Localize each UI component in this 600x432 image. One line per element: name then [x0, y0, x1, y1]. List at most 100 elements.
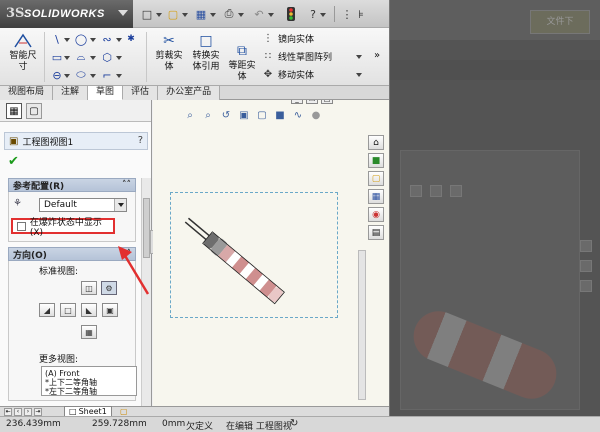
new-doc-icon[interactable]: □	[140, 7, 154, 21]
pin-icon[interactable]: ⊧	[354, 7, 368, 21]
chevron-down-icon[interactable]	[116, 74, 122, 78]
view-back-icon[interactable]: ▣	[102, 303, 118, 317]
line-icon[interactable]: \	[50, 32, 64, 46]
undo-icon[interactable]: ↶	[252, 7, 266, 21]
chevron-down-icon[interactable]	[118, 10, 128, 16]
reference-config-header[interactable]: 参考配置(R) ˄˄	[8, 178, 136, 192]
last-sheet-icon[interactable]: ⇥	[34, 408, 42, 416]
view-left-icon[interactable]: ◢	[39, 303, 55, 317]
trim-entities-button[interactable]: ✂ 剪裁实 体	[152, 32, 186, 73]
property-manager-tab-icon[interactable]: ▦	[6, 103, 22, 119]
circle-icon[interactable]: ◯	[74, 32, 88, 46]
ellipse-icon[interactable]: ⬭	[74, 68, 88, 82]
config-select[interactable]: Default	[39, 198, 127, 212]
restore-icon[interactable]: ❐	[306, 100, 318, 104]
section-view-icon[interactable]: ▣	[237, 108, 251, 122]
open-folder-icon[interactable]: ▢	[166, 7, 180, 21]
design-library-icon[interactable]: ■	[368, 153, 384, 168]
chevron-down-icon[interactable]	[210, 13, 216, 17]
polygon-icon[interactable]: ⬡	[100, 50, 114, 64]
chevron-down-icon[interactable]	[156, 13, 162, 17]
chevron-down-icon[interactable]	[356, 73, 362, 77]
rectangle-icon[interactable]: ▭	[50, 50, 64, 64]
feature-tree-tab-icon[interactable]: ▢	[26, 103, 42, 119]
convert-entities-button[interactable]: □ 转换实 体引用	[188, 32, 224, 73]
tab-sketch[interactable]: 草图	[88, 86, 124, 100]
help-icon[interactable]: ?	[306, 7, 320, 21]
arc-icon[interactable]: ⌓	[74, 50, 88, 64]
chevron-down-icon[interactable]	[182, 13, 188, 17]
add-sheet-icon[interactable]: ▢	[120, 407, 128, 416]
linear-pattern-button[interactable]: ∷ 线性草图阵列	[262, 49, 332, 63]
home-icon[interactable]: ⌂	[368, 135, 384, 150]
fillet-icon[interactable]: ⌐	[100, 68, 114, 82]
save-icon[interactable]: ▦	[194, 7, 208, 21]
view-bottom-icon[interactable]: ▦	[81, 325, 97, 339]
collapse-icon[interactable]: ˄˄	[122, 180, 131, 190]
linear-pattern-label: 线性草图阵列	[278, 52, 333, 63]
menu-icon[interactable]: ⋮	[340, 7, 354, 21]
chevron-down-icon[interactable]	[320, 13, 326, 17]
tab-evaluate[interactable]: 评估	[123, 86, 159, 100]
chevron-down-icon[interactable]	[64, 56, 70, 60]
view-top-icon[interactable]: ◫	[81, 281, 97, 295]
more-views-list[interactable]: (A) Front *上下二等角轴 *左下二等角轴	[41, 366, 137, 396]
chevron-down-icon[interactable]	[268, 13, 274, 17]
explode-state-option[interactable]: 在爆炸状态中显示(X)	[11, 218, 115, 238]
view-orientation-icon[interactable]: ▢	[255, 108, 269, 122]
tab-view-layout[interactable]: 视图布局	[0, 86, 54, 100]
display-style-icon[interactable]: ■	[273, 108, 287, 122]
custom-properties-icon[interactable]: ▤	[368, 225, 384, 240]
appearance-icon[interactable]: ●	[309, 108, 323, 122]
zoom-area-icon[interactable]: ⌕	[201, 108, 215, 122]
view-right-icon[interactable]: ◣	[81, 303, 97, 317]
chevron-down-icon[interactable]	[64, 74, 70, 78]
minimize-icon[interactable]: _	[291, 100, 303, 104]
chevron-down-icon[interactable]	[116, 56, 122, 60]
list-item[interactable]: (A) Front	[45, 369, 133, 378]
chevron-down-icon[interactable]	[114, 199, 126, 211]
view-front-icon[interactable]: □	[60, 303, 76, 317]
ok-check-icon[interactable]: ✔	[8, 154, 19, 169]
next-sheet-icon[interactable]: ›	[24, 408, 32, 416]
traffic-light-icon[interactable]	[284, 7, 298, 21]
drawing-view-boundary[interactable]	[170, 192, 338, 318]
chevron-down-icon[interactable]	[356, 55, 362, 59]
mirror-entities-button[interactable]: ⋮ 镜向实体	[262, 31, 314, 45]
move-entities-button[interactable]: ✥ 移动实体	[262, 67, 314, 81]
spline-icon[interactable]: ∾	[100, 32, 114, 46]
print-icon[interactable]: ⎙	[222, 7, 236, 21]
chevron-down-icon[interactable]	[238, 13, 244, 17]
tab-annotation[interactable]: 注解	[53, 86, 89, 100]
offset-entities-button[interactable]: ⧉ 等距实 体	[226, 42, 258, 83]
help-icon[interactable]: ?	[138, 135, 143, 146]
explode-state-checkbox[interactable]	[17, 221, 26, 231]
graphics-scrollbar[interactable]	[358, 250, 366, 400]
previous-view-icon[interactable]: ↺	[219, 108, 233, 122]
file-explorer-icon[interactable]: ▢	[368, 171, 384, 186]
hide-show-icon[interactable]: ∿	[291, 108, 305, 122]
smart-dimension-button[interactable]: 智能尺 寸	[6, 32, 40, 73]
background-button: 文件下	[530, 10, 590, 34]
chevron-down-icon[interactable]	[90, 74, 96, 78]
list-item[interactable]: *上下二等角轴	[45, 378, 133, 387]
view-palette-icon[interactable]: ▦	[368, 189, 384, 204]
chevron-down-icon[interactable]	[90, 38, 96, 42]
chevron-down-icon[interactable]	[116, 38, 122, 42]
prev-sheet-icon[interactable]: ‹	[14, 408, 22, 416]
slot-icon[interactable]: ⊖	[50, 68, 64, 82]
point-icon[interactable]: ✱	[124, 32, 138, 46]
chevron-down-icon[interactable]	[64, 38, 70, 42]
list-item[interactable]: *左下二等角轴	[45, 387, 133, 396]
rebuild-icon[interactable]: ↻	[290, 418, 298, 429]
expand-icon[interactable]: »	[374, 50, 380, 61]
zoom-to-fit-icon[interactable]: ⌕	[183, 108, 197, 122]
appearances-icon[interactable]: ◉	[368, 207, 384, 222]
first-sheet-icon[interactable]: ⇤	[4, 408, 12, 416]
maximize-icon[interactable]: □	[321, 100, 333, 104]
chevron-down-icon[interactable]	[90, 56, 96, 60]
page-title: 工程图视图1	[22, 137, 74, 148]
solidworks-logo-menu[interactable]: 3S SOLIDWORKS	[0, 0, 133, 28]
tab-office-products[interactable]: 办公室产品	[158, 86, 221, 100]
graphics-area[interactable]: _ ❐ □ ⌕ ⌕ ↺ ▣ ▢ ■ ∿ ●	[153, 100, 389, 406]
